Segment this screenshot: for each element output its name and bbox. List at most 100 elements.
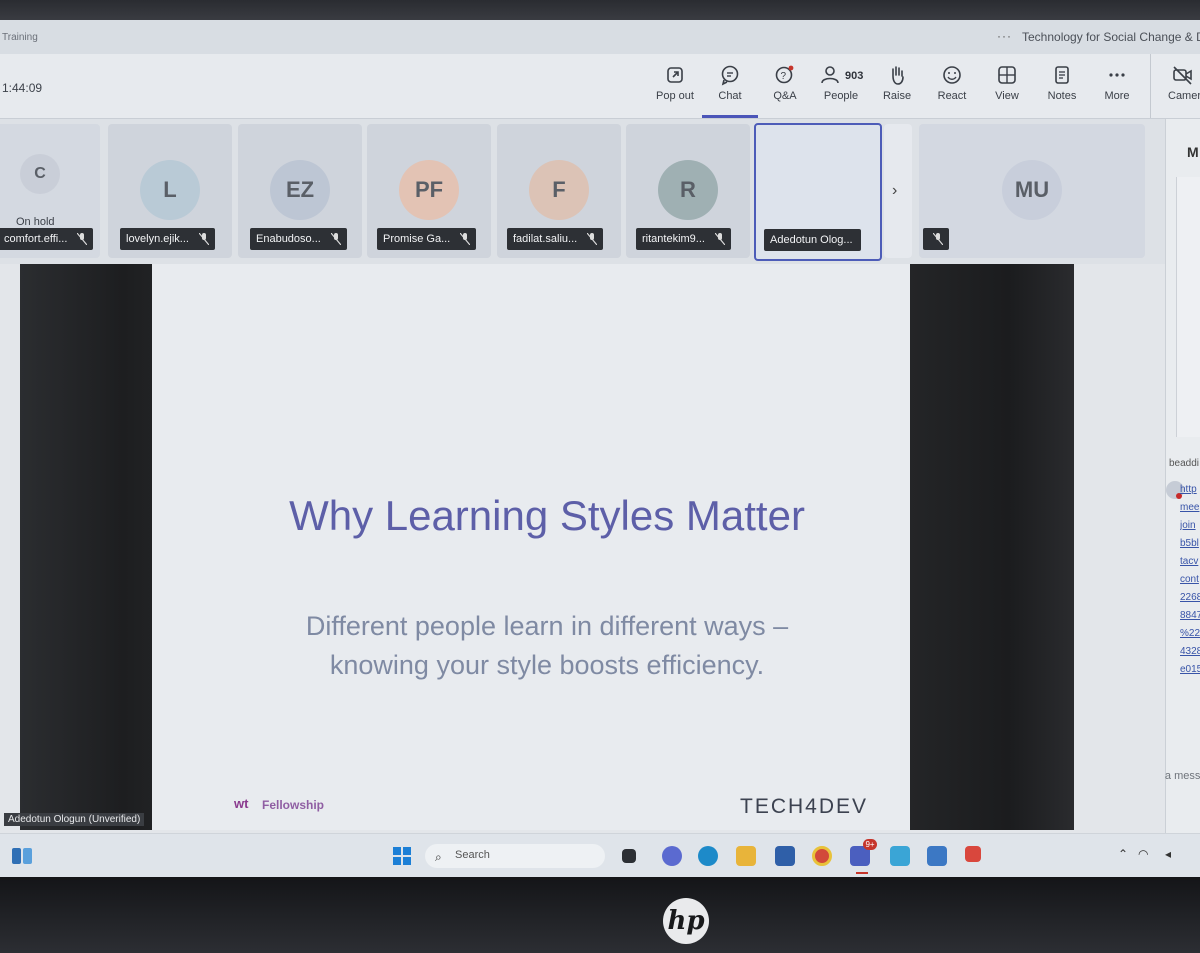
slide-title: Why Learning Styles Matter — [289, 492, 805, 539]
svg-text:?: ? — [781, 71, 787, 82]
camera-label: Camera — [1168, 90, 1200, 102]
laptop-bezel-bottom — [0, 877, 1200, 953]
chat-message-link[interactable]: http mee join b5bl tacv cont 2268 8847 %… — [1180, 481, 1200, 679]
taskbar-search[interactable]: ⌕ Search — [425, 844, 605, 868]
windows-start-icon[interactable] — [393, 847, 411, 865]
toolbar-divider — [1150, 54, 1151, 118]
file-explorer-icon[interactable] — [736, 846, 756, 866]
chat-active-indicator — [702, 115, 758, 118]
participant-strip: C On hold comfort.effi... L lovelyn.ejik… — [0, 119, 1165, 264]
more-label: More — [1104, 90, 1130, 102]
store-icon[interactable] — [775, 846, 795, 866]
chevron-right-icon: › — [892, 182, 898, 199]
edge-browser-icon[interactable] — [698, 846, 718, 866]
notification-badge: 9+ — [863, 839, 877, 850]
raise-hand-button[interactable]: Raise — [869, 64, 925, 112]
react-icon — [924, 64, 980, 90]
participant-name — [923, 228, 949, 250]
widgets-icon[interactable] — [12, 848, 32, 864]
participant-avatar: PF — [399, 160, 459, 220]
participant-tile[interactable]: F fadilat.saliu... — [497, 124, 621, 258]
meeting-stage: Adedotun Ologun (Unverified) Why Learnin… — [0, 264, 1165, 833]
more-options-icon[interactable]: ··· — [997, 29, 1012, 43]
notes-label: Notes — [1047, 90, 1077, 102]
meeting-title: Technology for Social Change & Developme… — [1022, 30, 1200, 44]
mic-muted-icon — [460, 233, 471, 245]
snipping-tool-icon[interactable] — [965, 846, 981, 862]
wt-logo-mark: wt — [234, 796, 249, 811]
participant-tile[interactable]: MU — [919, 124, 1145, 258]
more-button[interactable]: More — [1089, 64, 1145, 112]
meeting-toolbar: 1:44:09 Pop out Chat ? Q&A 903 People Ra… — [0, 54, 1200, 119]
participant-avatar: F — [529, 160, 589, 220]
react-button[interactable]: React — [924, 64, 980, 112]
more-icon — [1089, 64, 1145, 90]
network-app-icon[interactable] — [927, 846, 947, 866]
qa-button[interactable]: ? Q&A — [757, 64, 813, 112]
teams-chat-icon[interactable] — [662, 846, 682, 866]
mic-muted-icon — [587, 233, 598, 245]
chat-sender-name: beaddi — [1169, 458, 1200, 469]
title-bar: Training ··· Technology for Social Chang… — [0, 20, 1200, 54]
participant-avatar: EZ — [270, 160, 330, 220]
chrome-browser-icon[interactable] — [812, 846, 832, 866]
participant-tile[interactable]: PF Promise Ga... — [367, 124, 491, 258]
participant-tile[interactable]: R ritantekim9... — [626, 124, 750, 258]
wifi-icon[interactable]: ◠ — [1138, 847, 1148, 861]
vs-code-icon[interactable] — [890, 846, 910, 866]
react-label: React — [937, 90, 967, 102]
task-view-icon[interactable] — [622, 849, 636, 863]
participant-avatar: L — [140, 160, 200, 220]
participant-video — [910, 264, 1074, 830]
tray-chevron-up-icon[interactable]: ⌃ — [1118, 847, 1128, 861]
next-participants-button[interactable]: › — [884, 124, 912, 258]
mic-muted-icon — [330, 233, 341, 245]
participant-name: lovelyn.ejik... — [120, 228, 215, 250]
participant-avatar: C — [20, 154, 60, 194]
qa-icon: ? — [757, 64, 813, 90]
participant-avatar: MU — [1002, 160, 1062, 220]
chat-icon — [702, 64, 758, 90]
chat-label: Chat — [718, 90, 742, 102]
meeting-timer: 1:44:09 — [2, 81, 43, 95]
qa-label: Q&A — [773, 90, 797, 102]
participant-name: Enabudoso... — [250, 228, 347, 250]
mic-muted-icon — [77, 233, 88, 245]
speaker-icon[interactable]: ◂ — [1165, 847, 1171, 861]
wt-fellowship-logo-text: Fellowship — [262, 798, 325, 812]
active-app-indicator — [856, 872, 868, 874]
participant-tile[interactable]: C On hold comfort.effi... — [0, 124, 100, 258]
search-label: Search — [455, 849, 490, 861]
windows-taskbar: ⌕ Search 9+ ⌃ ◠ ◂ — [0, 833, 1200, 877]
chat-button[interactable]: Chat — [702, 64, 758, 118]
raise-hand-label: Raise — [882, 90, 912, 102]
slide-body-text: Different people learn in different ways… — [305, 611, 789, 680]
participant-name: Adedotun Olog... — [764, 229, 861, 251]
pop-out-button[interactable]: Pop out — [647, 64, 703, 112]
participant-tile[interactable]: EZ Enabudoso... — [238, 124, 362, 258]
mic-muted-icon — [198, 233, 209, 245]
mic-muted-icon — [933, 233, 943, 245]
participant-tile[interactable]: L lovelyn.ejik... — [108, 124, 232, 258]
presenter-name-label: Adedotun Ologun (Unverified) — [4, 813, 145, 826]
participant-name: Promise Ga... — [377, 228, 477, 250]
tech4dev-logo: TECH4DEV — [740, 795, 869, 818]
raise-hand-icon — [869, 64, 925, 90]
camera-button[interactable]: Camera — [1160, 64, 1200, 112]
participant-name: ritantekim9... — [636, 228, 731, 250]
on-hold-status: On hold — [16, 216, 55, 228]
camera-off-icon — [1160, 64, 1200, 90]
people-button[interactable]: 903 People — [813, 64, 869, 112]
people-label: People — [823, 90, 859, 102]
shared-slide: Why Learning Styles Matter Different peo… — [152, 264, 910, 830]
panel-header-initial: M — [1187, 144, 1199, 160]
participant-avatar: R — [658, 160, 718, 220]
notes-icon — [1034, 64, 1090, 90]
notes-button[interactable]: Notes — [1034, 64, 1090, 112]
mic-muted-icon — [714, 233, 725, 245]
chat-side-panel: M beaddi http mee join b5bl tacv cont 22… — [1138, 119, 1200, 877]
view-button[interactable]: View — [979, 64, 1035, 112]
participant-tile-active-speaker[interactable]: Adedotun Olog... — [754, 123, 882, 261]
app-title: Training — [2, 32, 38, 43]
panel-card — [1176, 177, 1200, 437]
